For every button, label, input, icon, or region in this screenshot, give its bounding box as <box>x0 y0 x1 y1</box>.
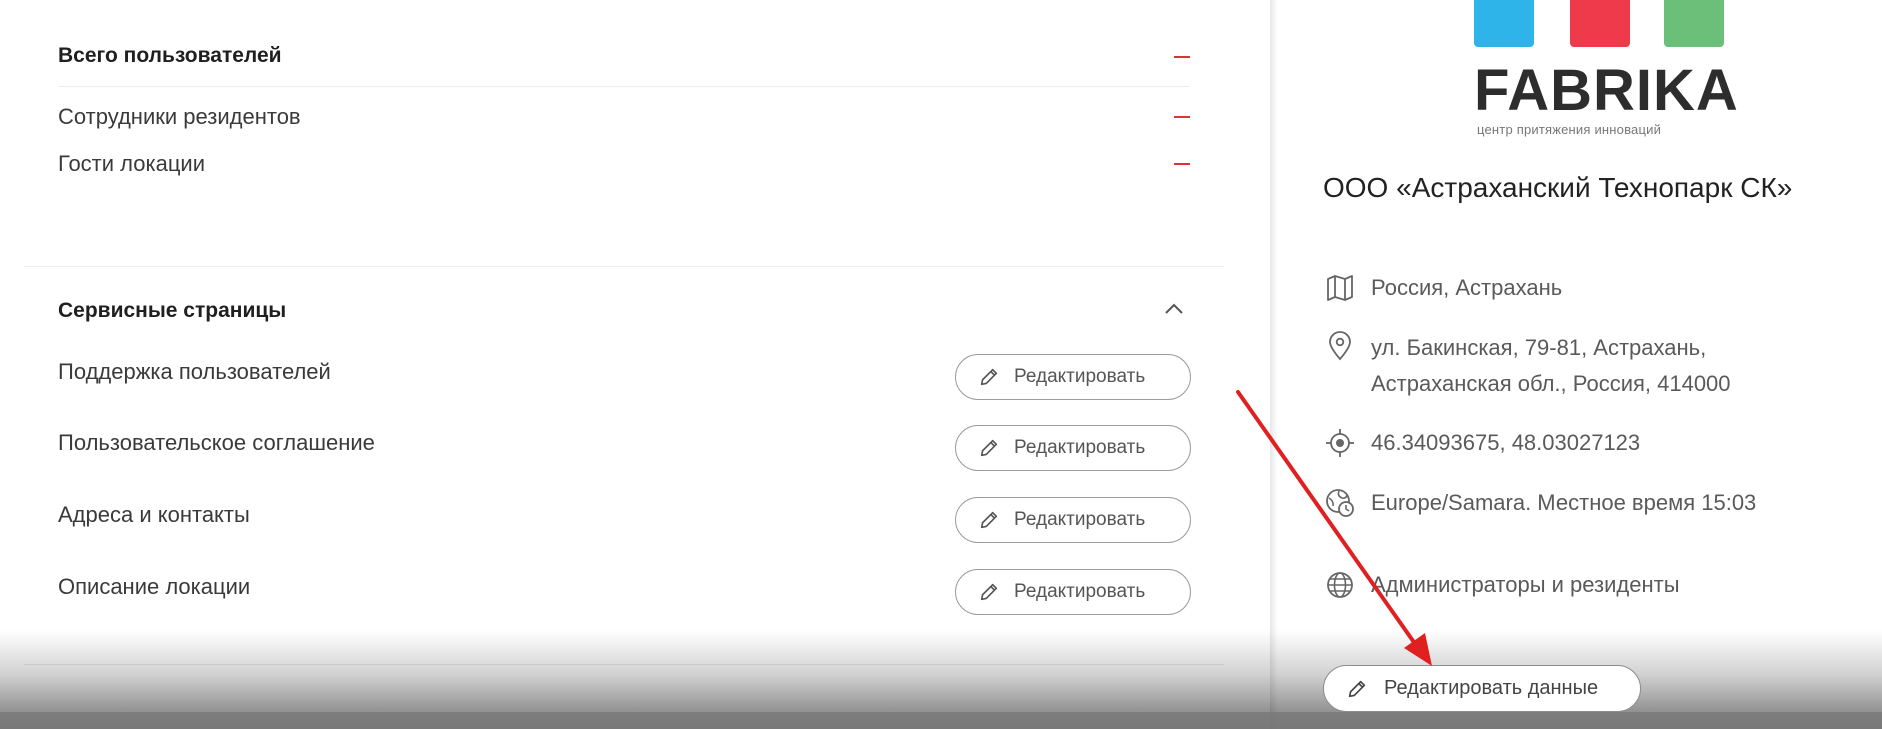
panel-separator <box>1270 0 1278 729</box>
globe-clock-icon <box>1326 489 1354 517</box>
edit-button-label: Редактировать <box>1014 437 1146 458</box>
edit-agreement-button[interactable]: Редактировать <box>955 425 1191 471</box>
logo-subtitle: центр притяжения инноваций <box>1477 122 1662 137</box>
pencil-icon <box>1348 680 1366 697</box>
resident-staff-value-dash <box>1174 116 1190 118</box>
edit-data-label: Редактировать данные <box>1384 677 1599 699</box>
section-divider <box>24 266 1224 267</box>
location-timezone: Europe/Samara. Местное время 15:03 <box>1371 490 1757 515</box>
target-icon <box>1326 429 1354 457</box>
logo-square-green <box>1664 0 1724 47</box>
edit-location-data-button[interactable]: Редактировать данные <box>1323 665 1641 712</box>
edit-description-button[interactable]: Редактировать <box>955 569 1191 615</box>
location-settings-panel: Всего пользователей Сотрудники резиденто… <box>0 0 1270 729</box>
resident-staff-label: Сотрудники резидентов <box>58 104 301 129</box>
edit-contacts-button[interactable]: Редактировать <box>955 497 1191 543</box>
edit-button-label: Редактировать <box>1014 509 1146 530</box>
location-pin-icon <box>1329 331 1351 361</box>
location-region: Россия, Астрахань <box>1371 275 1563 300</box>
total-users-label: Всего пользователей <box>58 44 282 67</box>
location-address-line1: ул. Бакинская, 79-81, Астрахань, <box>1371 335 1707 360</box>
chevron-up-icon[interactable] <box>1164 302 1184 316</box>
map-icon <box>1327 275 1353 301</box>
edit-button-label: Редактировать <box>1014 581 1146 602</box>
pencil-icon <box>980 583 998 601</box>
location-logo: FABRIKA <box>1474 58 1739 123</box>
globe-icon <box>1327 572 1353 598</box>
location-coordinates: 46.34093675, 48.03027123 <box>1371 430 1641 455</box>
organization-name: ООО «Астраханский Технопарк СК» <box>1323 172 1793 203</box>
service-page-item-description: Описание локации <box>58 574 251 599</box>
pencil-icon <box>980 368 998 386</box>
divider <box>58 86 1190 87</box>
video-player-bar <box>0 712 1882 729</box>
service-page-item-agreement: Пользовательское соглашение <box>58 430 375 455</box>
service-page-item-support: Поддержка пользователей <box>58 359 331 384</box>
section-divider <box>24 664 1224 665</box>
pencil-icon <box>980 511 998 529</box>
edit-support-button[interactable]: Редактировать <box>955 354 1191 400</box>
service-pages-title: Сервисные страницы <box>58 299 287 322</box>
pencil-icon <box>980 439 998 457</box>
edit-button-label: Редактировать <box>1014 366 1146 387</box>
logo-square-red <box>1570 0 1630 47</box>
logo-square-blue <box>1474 0 1534 47</box>
location-access: Администраторы и резиденты <box>1371 572 1680 597</box>
service-page-item-contacts: Адреса и контакты <box>58 502 250 527</box>
location-guests-label: Гости локации <box>58 151 205 176</box>
location-guests-value-dash <box>1174 163 1190 165</box>
location-address-line2: Астраханская обл., Россия, 414000 <box>1371 371 1731 396</box>
total-users-value-dash <box>1174 56 1190 58</box>
